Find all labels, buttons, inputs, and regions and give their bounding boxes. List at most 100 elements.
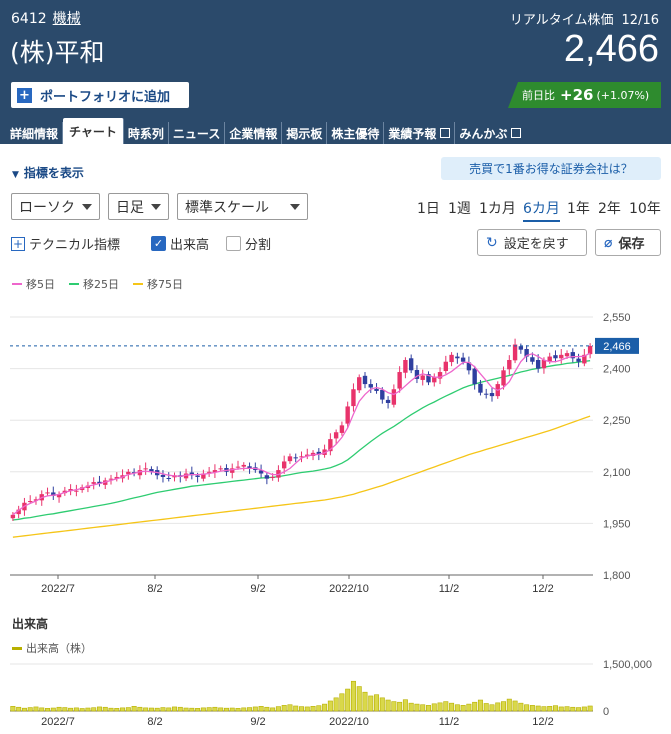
tab-minkabu[interactable]: みんかぶ <box>455 122 525 144</box>
tab-benefits[interactable]: 株主優待 <box>327 122 385 144</box>
add-portfolio-label: ポートフォリオに追加 <box>40 89 171 105</box>
change-percent: (+1.07%) <box>596 88 650 102</box>
candle-body <box>362 375 368 385</box>
tab-board[interactable]: 掲示板 <box>282 122 328 144</box>
technical-indicator-button[interactable]: + テクニカル指標 <box>11 234 120 253</box>
volume-bar <box>154 707 160 712</box>
volume-bar <box>402 699 408 712</box>
candle-body <box>484 393 489 395</box>
volume-bar <box>501 701 507 712</box>
add-portfolio-button[interactable]: + ポートフォリオに追加 <box>11 82 189 108</box>
volume-bar <box>552 705 558 712</box>
candle-body <box>518 346 524 350</box>
volume-bar <box>431 703 437 712</box>
candle-body <box>385 399 391 403</box>
tab-details[interactable]: 詳細情報 <box>0 122 64 144</box>
legend-ma75-label: 移75日 <box>147 278 183 291</box>
scale-select[interactable]: 標準スケール <box>177 193 308 220</box>
tab-timeseries[interactable]: 時系列 <box>124 122 169 144</box>
volume-bar <box>102 706 108 712</box>
candle-body <box>235 466 241 468</box>
realtime-label-line: リアルタイム株価 12/16 <box>510 9 659 28</box>
volume-bar <box>114 708 120 712</box>
x-tick-label: 9/2 <box>250 583 265 595</box>
period-10y[interactable]: 10年 <box>629 198 661 218</box>
industry-link[interactable]: 機械 <box>53 11 81 27</box>
external-link-icon <box>511 128 522 138</box>
volume-bar <box>206 707 212 712</box>
volume-bar <box>385 699 391 712</box>
candle-body <box>541 360 547 369</box>
volume-bar <box>195 708 201 712</box>
volume-bar <box>350 680 356 712</box>
legend-swatch <box>69 283 79 285</box>
volume-bar <box>535 705 541 712</box>
y-tick-label: 1,800 <box>603 570 631 582</box>
legend-ma5-label: 移5日 <box>26 278 55 291</box>
period-1d[interactable]: 1日 <box>417 198 440 218</box>
period-6m[interactable]: 6カ月 <box>523 198 560 222</box>
volume-bar <box>495 702 501 712</box>
split-checkbox[interactable]: 分割 <box>226 234 271 253</box>
tab-forecast[interactable]: 業績予報 <box>384 122 456 144</box>
stock-tabs: 詳細情報 チャート 時系列 ニュース 企業情報 掲示板 株主優待 業績予報 みん… <box>0 118 671 144</box>
save-label: 保存 <box>618 237 645 252</box>
volume-bar <box>391 701 397 712</box>
y-tick-label: 2,550 <box>603 312 631 324</box>
volume-bar <box>564 706 570 712</box>
volume-bar <box>587 705 593 712</box>
period-1m[interactable]: 1カ月 <box>479 198 516 218</box>
volume-bar <box>50 707 56 712</box>
candle-body <box>74 490 79 492</box>
volume-bar <box>56 706 62 712</box>
external-link-icon <box>440 128 451 138</box>
volume-bar <box>79 708 85 712</box>
price-chart[interactable]: 2,550 2,400 2,250 2,100 1,950 1,800 2022/7 8/2 9… <box>0 300 671 600</box>
price-change-badge: 前日比 +26 (+1.07%) <box>508 82 661 108</box>
price-date: 12/16 <box>621 13 659 28</box>
volume-checkbox[interactable]: ✓ 出来高 <box>151 234 209 253</box>
candle-body <box>512 344 518 361</box>
candle-body <box>507 360 512 370</box>
save-button[interactable]: ⌀ 保存 <box>595 229 661 256</box>
volume-bar <box>281 705 287 712</box>
volume-bar <box>183 707 189 712</box>
volume-bar <box>160 707 166 712</box>
reset-settings-button[interactable]: ↻ 設定を戻す <box>477 229 587 256</box>
volume-bar <box>120 707 126 712</box>
volume-x-tick-label: 2022/10 <box>329 716 369 728</box>
promo-banner[interactable]: 売買で1番お得な証券会社は？ <box>441 157 661 180</box>
volume-bar <box>541 706 547 712</box>
candle-body <box>143 468 148 470</box>
tab-chart[interactable]: チャート <box>63 118 124 144</box>
volume-bar <box>454 704 460 712</box>
period-1w[interactable]: 1週 <box>448 198 471 218</box>
tab-news[interactable]: ニュース <box>169 122 226 144</box>
checkmark-icon: ✓ <box>151 236 166 251</box>
candle-body <box>535 360 541 369</box>
volume-bar <box>264 706 270 712</box>
interval-select[interactable]: 日足 <box>108 193 169 220</box>
volume-bar <box>327 700 333 712</box>
candle-body <box>530 357 535 362</box>
plus-box-icon: + <box>11 236 25 251</box>
candle-body <box>374 388 379 391</box>
chart-type-select[interactable]: ローソク <box>11 193 100 220</box>
period-2y[interactable]: 2年 <box>598 198 621 218</box>
volume-chart[interactable]: 1,500,000 0 2022/7 8/2 9/2 2022/10 11/2 12/2 <box>0 655 671 734</box>
volume-bar <box>397 701 403 712</box>
period-1y[interactable]: 1年 <box>567 198 590 218</box>
volume-bar <box>10 705 16 712</box>
split-check-label: 分割 <box>245 238 272 253</box>
tab-company[interactable]: 企業情報 <box>225 122 283 144</box>
chevron-down-icon <box>151 204 161 210</box>
volume-bar <box>581 706 587 712</box>
volume-x-tick-label: 2022/7 <box>41 716 75 728</box>
indicator-toggle[interactable]: ▼ 指標を表示 <box>12 164 84 181</box>
company-name: (株)平和 <box>10 38 105 67</box>
volume-bar <box>483 703 489 712</box>
volume-bar <box>27 707 33 712</box>
volume-legend-label: 出来高（株） <box>26 642 92 655</box>
volume-bar <box>558 706 564 712</box>
volume-bar <box>235 708 241 712</box>
